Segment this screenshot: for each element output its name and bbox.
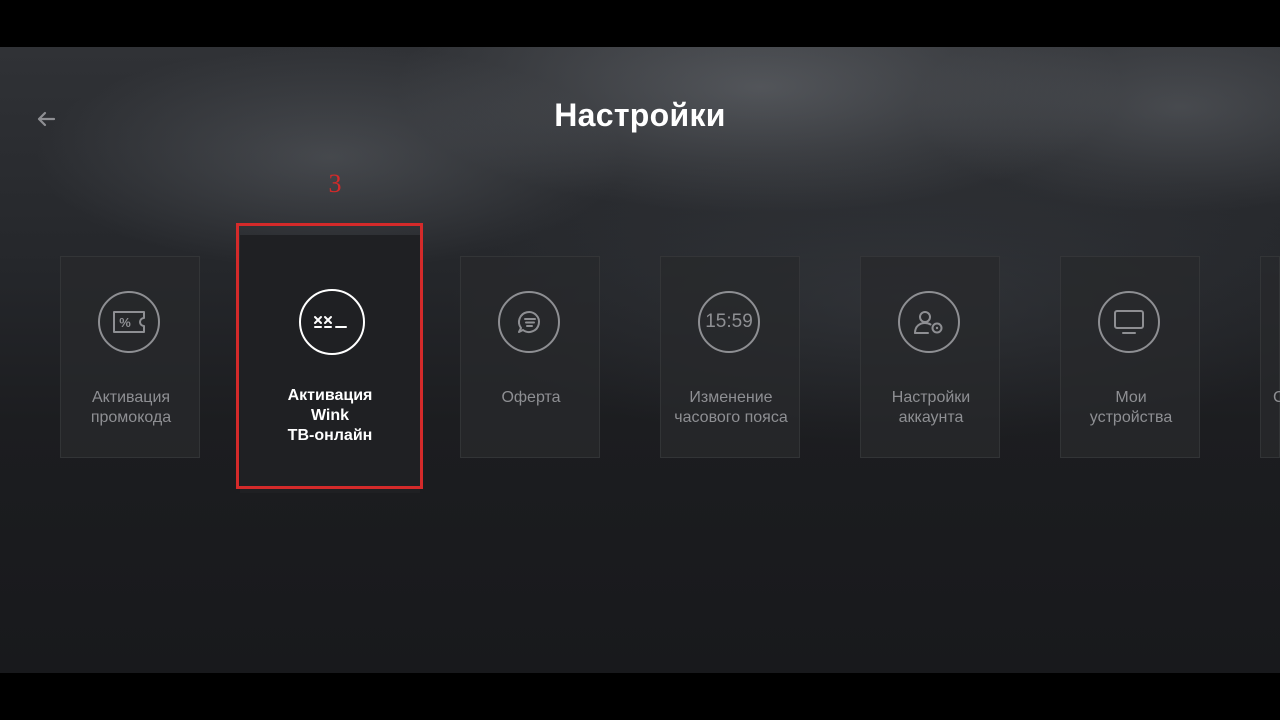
tile-promo-activation[interactable]: % Активация промокода [60, 256, 200, 458]
clock-time-text: 15:59 [705, 311, 753, 332]
letterbox-bottom [0, 673, 1280, 720]
svg-text:%: % [119, 315, 131, 330]
tile-label: С [1273, 389, 1280, 406]
offer-document-icon [498, 291, 560, 353]
page-title: Настройки [554, 97, 726, 133]
tile-label: Изменение часового пояса [674, 389, 788, 426]
clock-icon: 15:59 [698, 291, 760, 353]
devices-tv-icon [1098, 291, 1160, 353]
tv-online-code-icon [299, 289, 365, 355]
tile-timezone[interactable]: 15:59 Изменение часового пояса [660, 256, 800, 458]
step-marker: 3 [328, 169, 342, 198]
tile-label: Настройки аккаунта [891, 389, 971, 426]
tile-offer[interactable]: Оферта [460, 256, 600, 458]
tile-partial[interactable]: С [1260, 256, 1280, 458]
tile-label: Оферта [501, 389, 561, 406]
settings-screen: Настройки 3 % Активация промокода Актива… [0, 47, 1280, 673]
tile-label: Активация промокода [90, 389, 172, 426]
letterbox-top [0, 0, 1280, 47]
tile-label: Активация Wink ТВ-онлайн [287, 387, 373, 444]
promo-ticket-icon: % [98, 291, 160, 353]
tile-label: Мои устройства [1089, 389, 1173, 426]
tile-wink-tv-activation[interactable]: Активация Wink ТВ-онлайн [240, 235, 420, 493]
account-settings-icon [898, 291, 960, 353]
tile-my-devices[interactable]: Мои устройства [1060, 256, 1200, 458]
tile-account-settings[interactable]: Настройки аккаунта [860, 256, 1000, 458]
